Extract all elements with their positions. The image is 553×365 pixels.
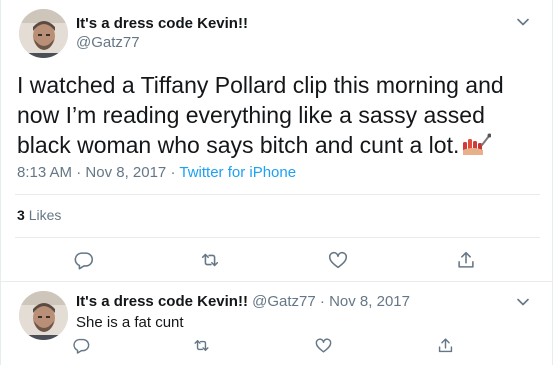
reply-author-name[interactable]: It's a dress code Kevin!! — [76, 293, 248, 310]
meta-separator: · — [319, 293, 325, 310]
reply-header: It's a dress code Kevin!! @Gatz77 · Nov … — [76, 293, 410, 310]
tweet-time[interactable]: 8:13 AM — [17, 164, 72, 181]
likes-stat[interactable]: 3 Likes — [17, 207, 61, 223]
likes-count: 3 — [17, 207, 25, 223]
divider — [1, 281, 552, 282]
author-avatar[interactable] — [19, 9, 68, 58]
tweet-detail-panel: It's a dress code Kevin!! @Gatz77 I watc… — [0, 0, 553, 365]
like-icon[interactable] — [327, 249, 349, 271]
avatar-photo — [19, 291, 68, 340]
nail-polish-emoji-icon — [463, 132, 492, 156]
tweet-text: I watched a Tiffany Pollard clip this mo… — [17, 70, 542, 160]
likes-label: Likes — [28, 207, 62, 223]
tweet-date[interactable]: Nov 8, 2017 — [85, 164, 166, 181]
tweet-text-content: I watched a Tiffany Pollard clip this mo… — [17, 72, 504, 158]
divider — [15, 194, 540, 195]
reply-author-avatar[interactable] — [19, 291, 68, 340]
reply-date[interactable]: Nov 8, 2017 — [329, 293, 410, 310]
chevron-down-icon[interactable] — [514, 13, 532, 31]
divider — [15, 237, 540, 238]
avatar-photo — [19, 9, 68, 58]
retweet-icon[interactable] — [199, 249, 221, 271]
reply-icon[interactable] — [72, 336, 91, 355]
reply-text: She is a fat cunt — [76, 314, 184, 331]
tweet-source-link[interactable]: Twitter for iPhone — [179, 164, 296, 181]
author-handle[interactable]: @Gatz77 — [76, 34, 140, 51]
meta-separator: · — [170, 164, 176, 181]
share-icon[interactable] — [455, 249, 477, 271]
chevron-down-icon[interactable] — [514, 293, 532, 311]
meta-separator: · — [76, 164, 82, 181]
reply-author-handle[interactable]: @Gatz77 — [252, 293, 316, 310]
reply-icon[interactable] — [73, 249, 95, 271]
retweet-icon[interactable] — [192, 336, 211, 355]
share-icon[interactable] — [436, 336, 455, 355]
tweet-timestamp: 8:13 AM · Nov 8, 2017 · Twitter for iPho… — [17, 164, 296, 181]
author-name[interactable]: It's a dress code Kevin!! — [76, 15, 248, 32]
like-icon[interactable] — [314, 336, 333, 355]
